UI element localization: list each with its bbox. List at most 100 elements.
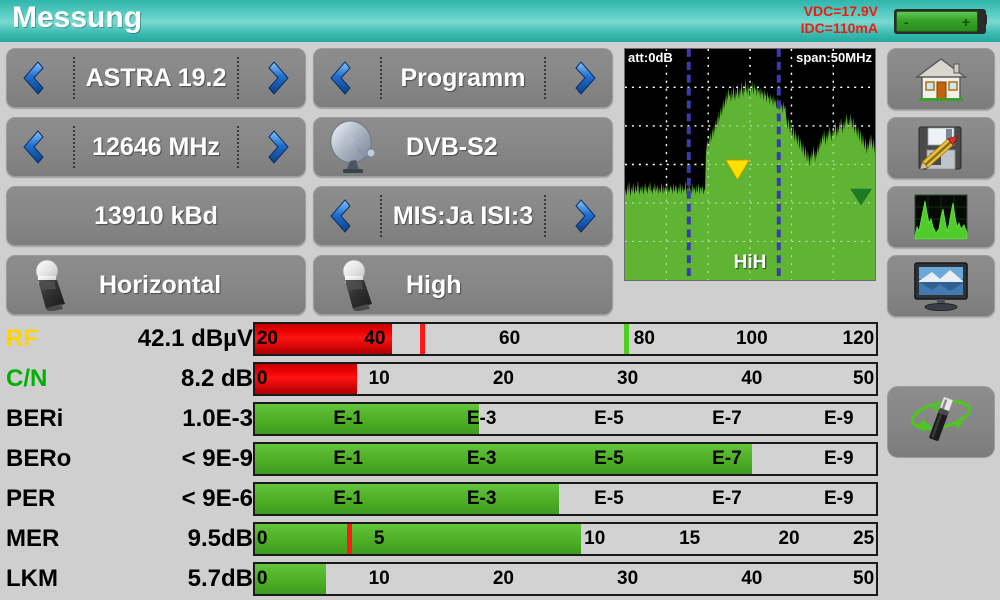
- next-programm-icon[interactable]: [573, 58, 603, 98]
- bar-tick-label: 5: [373, 528, 385, 549]
- bar-tick-label: 20: [256, 328, 278, 349]
- vdc-value: VDC=17.9V: [803, 3, 878, 19]
- bar-scale: 0 10 20 30 40 50: [255, 364, 876, 394]
- floppy-pencil-icon: [913, 123, 969, 173]
- bar-tick-label: E-3: [466, 408, 497, 429]
- control-symbolrate[interactable]: 13910 kBd: [6, 186, 306, 246]
- control-symbolrate-label: 13910 kBd: [94, 201, 218, 230]
- control-standard[interactable]: DVB-S2: [313, 117, 613, 177]
- measurement-row-beri: BERi 1.0E-3 E-1 E-3 E-5 E-7 E-9: [0, 399, 1000, 439]
- next-frequency-icon[interactable]: [266, 127, 296, 167]
- measurement-value-per: < 9E-6: [181, 485, 253, 512]
- bar-tick-label: E-3: [466, 448, 497, 469]
- title-bar: Messung VDC=17.9V IDC=110mA - +: [0, 0, 1000, 42]
- bar-tick-label: 50: [853, 368, 875, 389]
- spectrum-trace: [625, 49, 875, 280]
- bar-threshold-marker: [346, 524, 352, 554]
- measurement-row-bero: BERo < 9E-9 E-1 E-3 E-5 E-7 E-9: [0, 439, 1000, 479]
- control-polarity-label: Horizontal: [99, 270, 222, 299]
- measurement-bar-rf: 20 40 60 80 100 120: [253, 322, 878, 356]
- battery-plus-label: +: [961, 14, 970, 30]
- bar-tick-label: E-5: [594, 488, 624, 509]
- bar-tick-label: E-7: [712, 448, 742, 469]
- bar-tick-label: 20: [778, 528, 800, 549]
- measurement-value-beri: 1.0E-3: [182, 405, 253, 432]
- battery-minus-label: -: [904, 14, 909, 30]
- control-band[interactable]: High: [313, 255, 613, 315]
- bar-tick-label: E-9: [823, 488, 854, 509]
- bar-tick-label: E-3: [466, 488, 497, 509]
- measurement-label-bero: BERo: [6, 445, 72, 472]
- measurement-label-cn: C/N: [6, 365, 48, 392]
- measurement-bar-per: E-1 E-3 E-5 E-7 E-9: [253, 482, 878, 516]
- measurement-value-bero: < 9E-9: [181, 445, 253, 472]
- home-button[interactable]: [887, 48, 995, 110]
- control-frequency-label: 12646 MHz: [92, 132, 220, 161]
- measurement-row-rf: RF 42.1 dBµV 20 40 60 80 100 120: [0, 319, 1000, 359]
- bar-tick-label: 10: [368, 368, 390, 389]
- bar-tick-label: 25: [853, 528, 875, 549]
- measurement-bar-mer: 0 5 10 15 20 25: [253, 522, 878, 556]
- bar-tick-label: E-5: [594, 448, 624, 469]
- measurement-bar-cn: 0 10 20 30 40 50: [253, 362, 878, 396]
- control-band-label: High: [406, 270, 462, 299]
- page-title: Messung: [12, 1, 143, 34]
- measurement-value-rf: 42.1 dBµV: [137, 325, 253, 352]
- bar-tick-label: E-9: [823, 408, 854, 429]
- bar-tick-label: E-9: [823, 448, 854, 469]
- bar-tick-label: 60: [499, 328, 521, 349]
- control-programm-label: Programm: [400, 63, 526, 92]
- monitor-button[interactable]: [887, 255, 995, 317]
- bar-tick-label: E-5: [594, 408, 624, 429]
- bar-tick-label: 0: [256, 368, 268, 389]
- measurement-label-mer: MER: [6, 525, 60, 552]
- bar-tick-label: E-7: [712, 408, 742, 429]
- control-standard-label: DVB-S2: [406, 132, 498, 161]
- measurement-value-lkm: 5.7dB: [187, 565, 253, 592]
- bar-tick-label: 10: [368, 568, 390, 589]
- control-satellite[interactable]: ASTRA 19.2: [6, 48, 306, 108]
- bar-scale: 0 10 20 30 40 50: [255, 564, 876, 594]
- battery-icon: - +: [894, 9, 987, 34]
- next-satellite-icon[interactable]: [266, 58, 296, 98]
- measurement-label-beri: BERi: [6, 405, 64, 432]
- bar-tick-label: E-1: [333, 488, 363, 509]
- bar-threshold-marker: [419, 324, 425, 354]
- measurement-label-rf: RF: [6, 325, 38, 352]
- control-mis-isi[interactable]: MIS:Ja ISI:3: [313, 186, 613, 246]
- measurement-row-cn: C/N 8.2 dB 0 10 20 30 40 50: [0, 359, 1000, 399]
- spectrum-button[interactable]: [887, 186, 995, 248]
- bar-scale: E-1 E-3 E-5 E-7 E-9: [255, 404, 876, 434]
- bar-tick-label: 15: [679, 528, 701, 549]
- measurement-bar-lkm: 0 10 20 30 40 50: [253, 562, 878, 596]
- control-polarity[interactable]: Horizontal: [6, 255, 306, 315]
- measurement-label-lkm: LKM: [6, 565, 58, 592]
- bar-tick-label: 0: [256, 528, 268, 549]
- measurement-label-per: PER: [6, 485, 56, 512]
- spectrum-display[interactable]: att:0dB span:50MHz HiH: [624, 48, 876, 281]
- control-mis-isi-label: MIS:Ja ISI:3: [392, 201, 534, 230]
- bar-tick-label: 10: [584, 528, 606, 549]
- bar-tick-label: 120: [842, 328, 875, 349]
- bar-tick-label: 40: [741, 568, 763, 589]
- control-frequency[interactable]: 12646 MHz: [6, 117, 306, 177]
- bar-threshold-marker: [624, 324, 630, 354]
- measurement-row-mer: MER 9.5dB 0 5 10 15 20 25: [0, 519, 1000, 559]
- next-isi-icon[interactable]: [573, 196, 603, 236]
- control-satellite-label: ASTRA 19.2: [85, 63, 227, 92]
- control-programm[interactable]: Programm: [313, 48, 613, 108]
- measurement-row-lkm: LKM 5.7dB 0 10 20 30 40 50: [0, 559, 1000, 599]
- measurement-row-per: PER < 9E-6 E-1 E-3 E-5 E-7 E-9: [0, 479, 1000, 519]
- save-button[interactable]: [887, 117, 995, 179]
- bar-scale: E-1 E-3 E-5 E-7 E-9: [255, 484, 876, 514]
- bar-tick-label: E-7: [712, 488, 742, 509]
- bar-tick-label: 20: [492, 568, 514, 589]
- measurement-screen: Messung VDC=17.9V IDC=110mA - + ASTRA 19…: [0, 0, 1000, 600]
- bar-tick-label: 80: [633, 328, 655, 349]
- idc-value: IDC=110mA: [800, 20, 878, 36]
- bar-tick-label: E-1: [333, 408, 363, 429]
- battery-cap: [982, 14, 987, 25]
- spectrum-graph-icon: [913, 193, 969, 241]
- measurement-value-cn: 8.2 dB: [180, 365, 253, 392]
- monitor-picture-icon: [912, 261, 970, 311]
